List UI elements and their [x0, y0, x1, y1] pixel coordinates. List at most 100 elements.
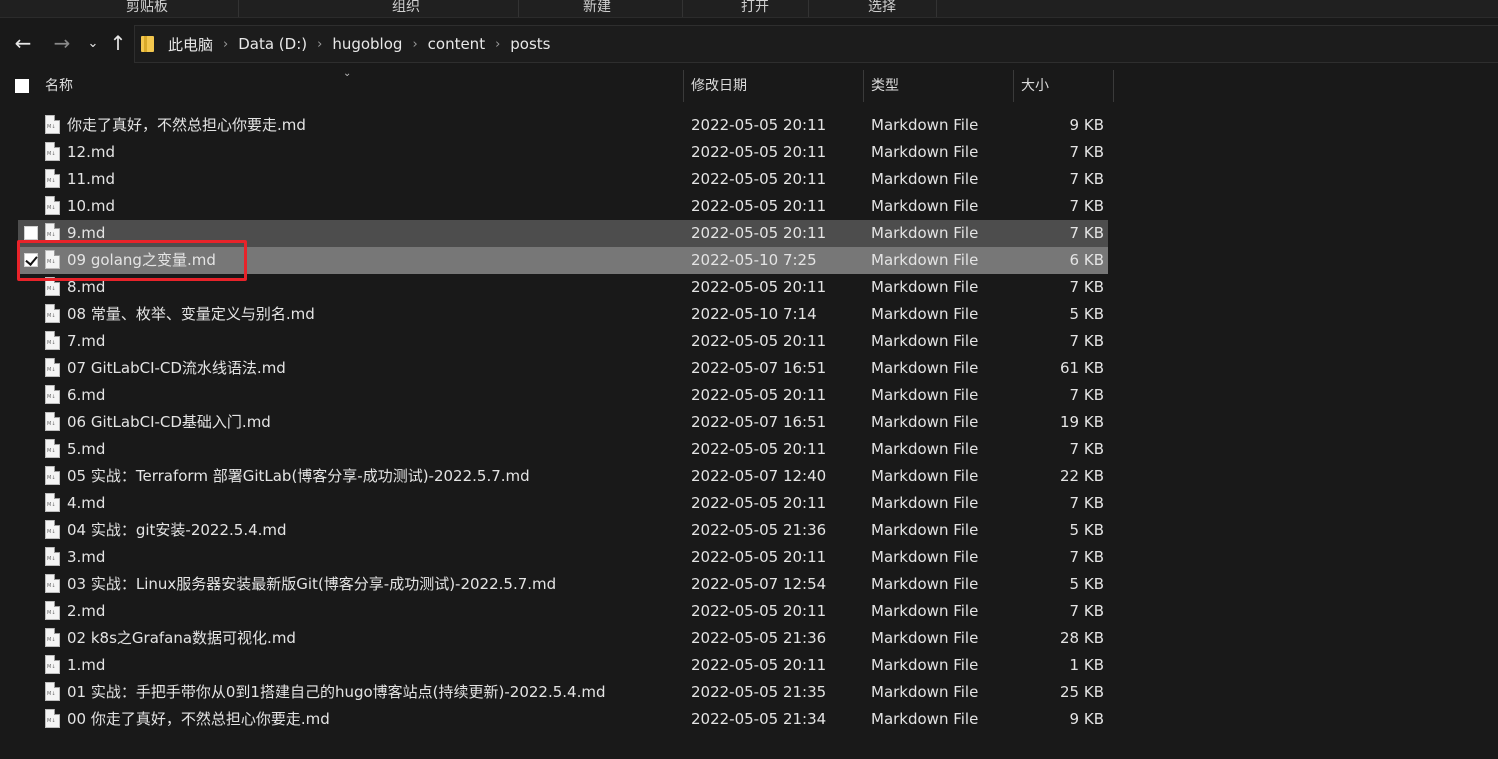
select-all-checkbox[interactable] [15, 79, 29, 93]
file-row[interactable]: 00 你走了真好，不然总担心你要走.md 2022-05-05 21:34 Mark… [18, 706, 1108, 733]
file-row[interactable]: 03 实战：Linux服务器安装最新版Git(博客分享-成功测试)-2022.5… [18, 571, 1108, 598]
file-row[interactable]: 4.md 2022-05-05 20:11 Markdown File 7 KB [18, 490, 1108, 517]
chevron-right-icon[interactable]: › [495, 37, 500, 52]
breadcrumb-this-pc[interactable]: 此电脑 [168, 34, 213, 55]
address-bar[interactable]: 此电脑 › Data (D:) › hugoblog › content › p… [134, 25, 1498, 63]
ribbon-divider [808, 0, 809, 17]
file-modified-date: 2022-05-07 12:54 [691, 575, 827, 593]
breadcrumb-hugoblog[interactable]: hugoblog [332, 35, 402, 53]
markdown-file-icon [45, 358, 60, 377]
file-row[interactable]: 1.md 2022-05-05 20:11 Markdown File 1 KB [18, 652, 1108, 679]
file-row[interactable]: 2.md 2022-05-05 20:11 Markdown File 7 KB [18, 598, 1108, 625]
file-size: 5 KB [1069, 521, 1104, 539]
file-row[interactable]: 12.md 2022-05-05 20:11 Markdown File 7 KB [18, 139, 1108, 166]
column-header-date[interactable]: 修改日期 [684, 70, 864, 102]
file-size: 1 KB [1069, 656, 1104, 674]
row-checkbox[interactable] [24, 226, 38, 240]
file-row[interactable]: 07 GitLabCI-CD流水线语法.md 2022-05-07 16:51 Ma… [18, 355, 1108, 382]
column-header-name-label: 名称 [45, 78, 73, 94]
file-modified-date: 2022-05-05 20:11 [691, 548, 827, 566]
file-modified-date: 2022-05-05 20:11 [691, 602, 827, 620]
breadcrumb-posts[interactable]: posts [510, 35, 550, 53]
file-modified-date: 2022-05-05 20:11 [691, 224, 827, 242]
file-modified-date: 2022-05-05 21:36 [691, 521, 827, 539]
file-row[interactable]: 02 k8s之Grafana数据可视化.md 2022-05-05 21:36 Ma… [18, 625, 1108, 652]
breadcrumb-data-drive[interactable]: Data (D:) [238, 35, 307, 53]
file-modified-date: 2022-05-07 16:51 [691, 413, 827, 431]
file-name: 6.md [67, 386, 106, 404]
file-row[interactable]: 10.md 2022-05-05 20:11 Markdown File 7 KB [18, 193, 1108, 220]
file-size: 5 KB [1069, 305, 1104, 323]
ribbon-group-organize: 组织 [392, 0, 420, 15]
file-row[interactable]: 08 常量、枚举、变量定义与别名.md 2022-05-10 7:14 Markdo… [18, 301, 1108, 328]
file-name: 07 GitLabCI-CD流水线语法.md [67, 359, 286, 377]
markdown-file-icon [45, 574, 60, 593]
file-row[interactable]: 04 实战：git安装-2022.5.4.md 2022-05-05 21:36 M… [18, 517, 1108, 544]
chevron-right-icon[interactable]: › [317, 37, 322, 52]
ribbon-group-new: 新建 [583, 0, 611, 15]
file-modified-date: 2022-05-05 20:11 [691, 278, 827, 296]
column-header-date-label: 修改日期 [691, 78, 747, 94]
file-size: 9 KB [1069, 710, 1104, 728]
markdown-file-icon [45, 250, 60, 269]
file-type: Markdown File [871, 575, 979, 593]
file-modified-date: 2022-05-05 21:35 [691, 683, 827, 701]
ribbon-divider [936, 0, 937, 17]
file-size: 7 KB [1069, 386, 1104, 404]
file-size: 7 KB [1069, 278, 1104, 296]
file-row[interactable]: 06 GitLabCI-CD基础入门.md 2022-05-07 16:51 Mar… [18, 409, 1108, 436]
file-row[interactable]: 你走了真好，不然总担心你要走.md 2022-05-05 20:11 Markdow… [18, 112, 1108, 139]
column-header-type[interactable]: 类型 [864, 70, 1014, 102]
file-row[interactable]: 09 golang之变量.md 2022-05-10 7:25 Markdown F… [18, 247, 1108, 274]
navigation-bar: ← → ⌄ ↑ 此电脑 › Data (D:) › hugoblog › con… [0, 18, 1498, 70]
file-modified-date: 2022-05-05 20:11 [691, 170, 827, 188]
forward-button[interactable]: → [51, 32, 73, 54]
column-header-size[interactable]: 大小 [1014, 70, 1114, 102]
file-size: 7 KB [1069, 197, 1104, 215]
file-name: 08 常量、枚举、变量定义与别名.md [67, 305, 315, 323]
file-row[interactable]: 5.md 2022-05-05 20:11 Markdown File 7 KB [18, 436, 1108, 463]
file-type: Markdown File [871, 332, 979, 350]
file-size: 19 KB [1060, 413, 1104, 431]
file-type: Markdown File [871, 143, 979, 161]
file-type: Markdown File [871, 683, 979, 701]
file-modified-date: 2022-05-05 20:11 [691, 143, 827, 161]
file-row[interactable]: 3.md 2022-05-05 20:11 Markdown File 7 KB [18, 544, 1108, 571]
markdown-file-icon [45, 142, 60, 161]
ribbon-group-select: 选择 [868, 0, 896, 15]
file-name: 01 实战：手把手带你从0到1搭建自己的hugo博客站点(持续更新)-2022.… [67, 683, 606, 701]
file-row[interactable]: 11.md 2022-05-05 20:11 Markdown File 7 KB [18, 166, 1108, 193]
file-name: 5.md [67, 440, 106, 458]
file-name: 00 你走了真好，不然总担心你要走.md [67, 710, 330, 728]
breadcrumb-content[interactable]: content [428, 35, 485, 53]
file-name: 10.md [67, 197, 115, 215]
file-row[interactable]: 6.md 2022-05-05 20:11 Markdown File 7 KB [18, 382, 1108, 409]
file-row[interactable]: 7.md 2022-05-05 20:11 Markdown File 7 KB [18, 328, 1108, 355]
markdown-file-icon [45, 304, 60, 323]
file-row[interactable]: 9.md 2022-05-05 20:11 Markdown File 7 KB [18, 220, 1108, 247]
markdown-file-icon [45, 493, 60, 512]
back-button[interactable]: ← [12, 32, 34, 54]
file-size: 7 KB [1069, 548, 1104, 566]
chevron-right-icon[interactable]: › [223, 37, 228, 52]
file-type: Markdown File [871, 656, 979, 674]
markdown-file-icon [45, 601, 60, 620]
file-name: 4.md [67, 494, 106, 512]
file-modified-date: 2022-05-05 20:11 [691, 116, 827, 134]
file-name: 9.md [67, 224, 106, 242]
markdown-file-icon [45, 466, 60, 485]
markdown-file-icon [45, 547, 60, 566]
file-name: 8.md [67, 278, 106, 296]
column-header-name[interactable]: 名称 [38, 70, 684, 102]
up-button[interactable]: ↑ [107, 32, 129, 54]
file-row[interactable]: 01 实战：手把手带你从0到1搭建自己的hugo博客站点(持续更新)-2022.… [18, 679, 1108, 706]
file-row[interactable]: 05 实战：Terraform 部署GitLab(博客分享-成功测试)-2022… [18, 463, 1108, 490]
row-checkbox[interactable] [24, 253, 38, 267]
file-row[interactable]: 8.md 2022-05-05 20:11 Markdown File 7 KB [18, 274, 1108, 301]
file-type: Markdown File [871, 494, 979, 512]
recent-locations-button[interactable]: ⌄ [82, 32, 104, 54]
chevron-right-icon[interactable]: › [412, 37, 417, 52]
file-name: 06 GitLabCI-CD基础入门.md [67, 413, 271, 431]
arrow-left-icon: ← [14, 31, 32, 55]
file-name: 你走了真好，不然总担心你要走.md [67, 116, 306, 134]
